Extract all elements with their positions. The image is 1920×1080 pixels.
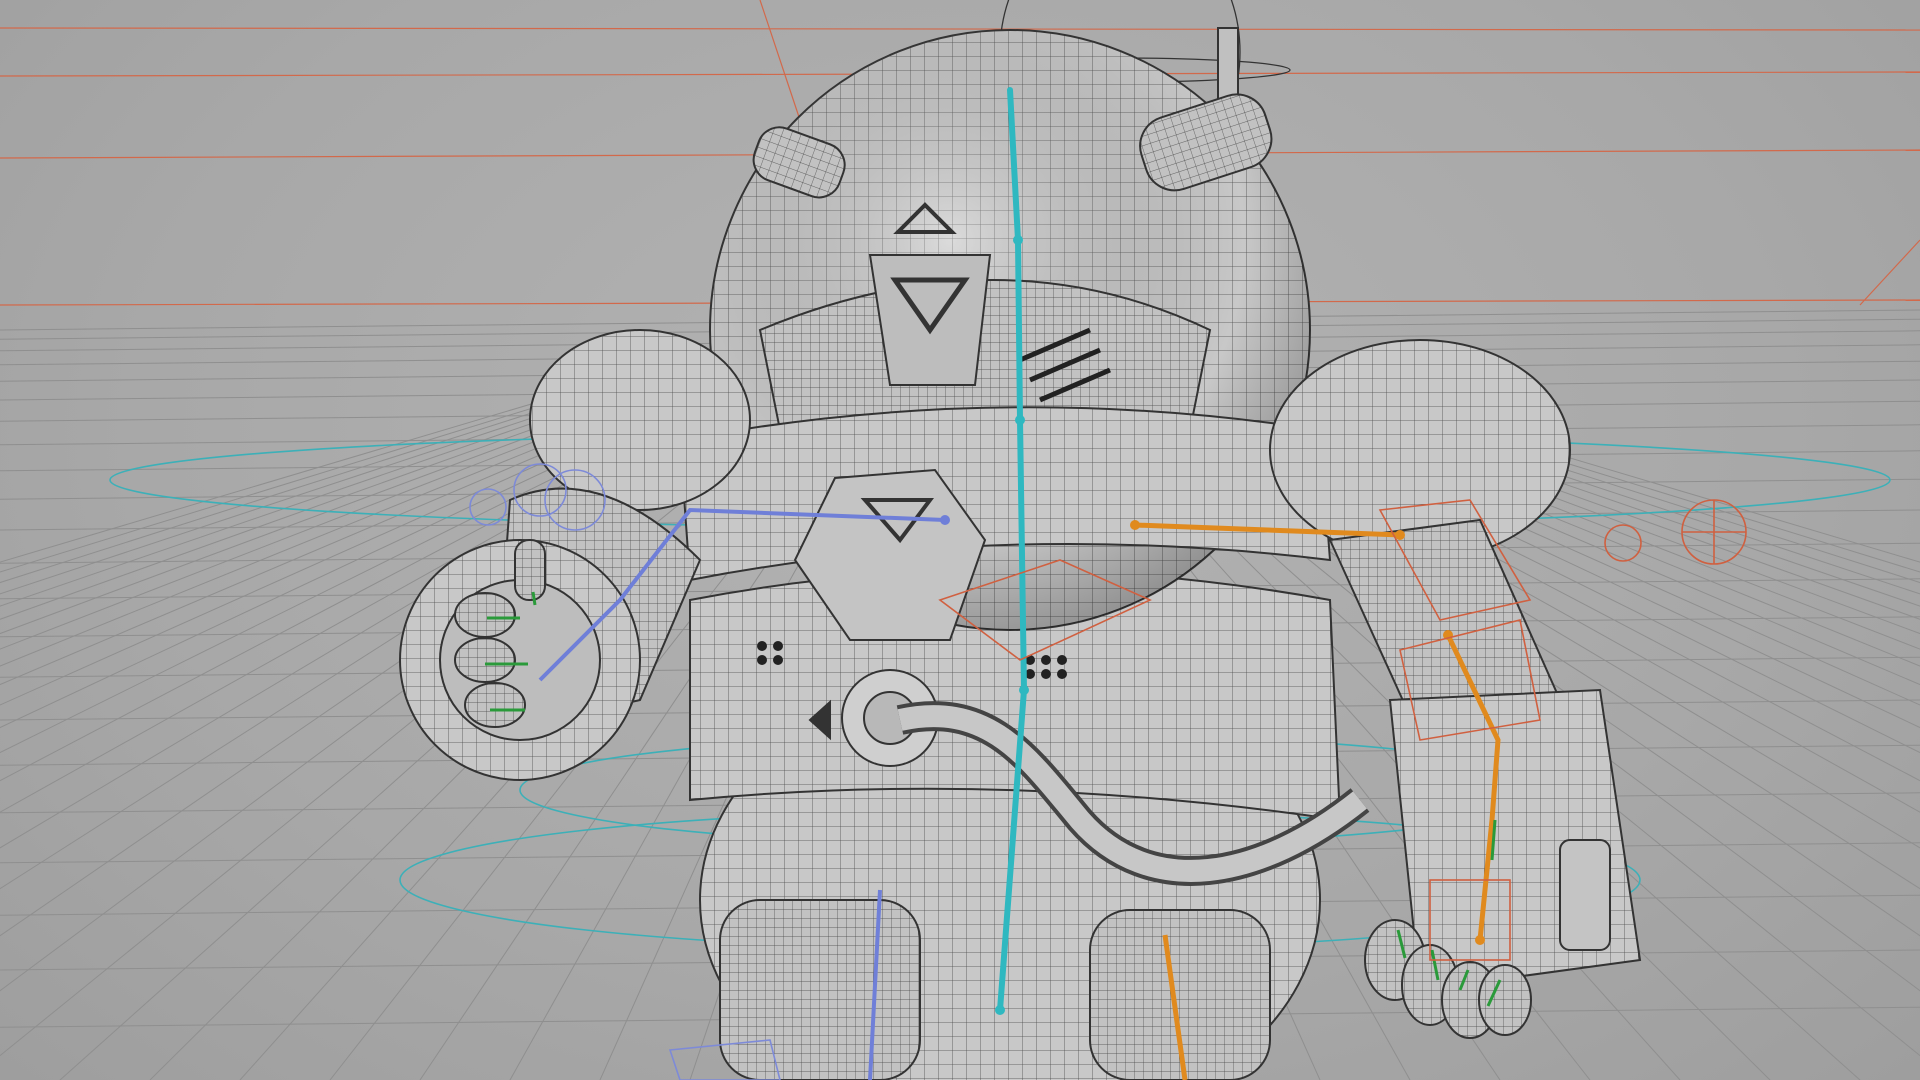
viewport-scene[interactable]	[0, 0, 1920, 1080]
guide-line	[1859, 239, 1920, 306]
ik-locator-circle-icon	[1604, 524, 1642, 562]
3d-viewport[interactable]	[0, 0, 1920, 1080]
guide-line	[759, 0, 801, 121]
guide-line	[0, 27, 1920, 31]
